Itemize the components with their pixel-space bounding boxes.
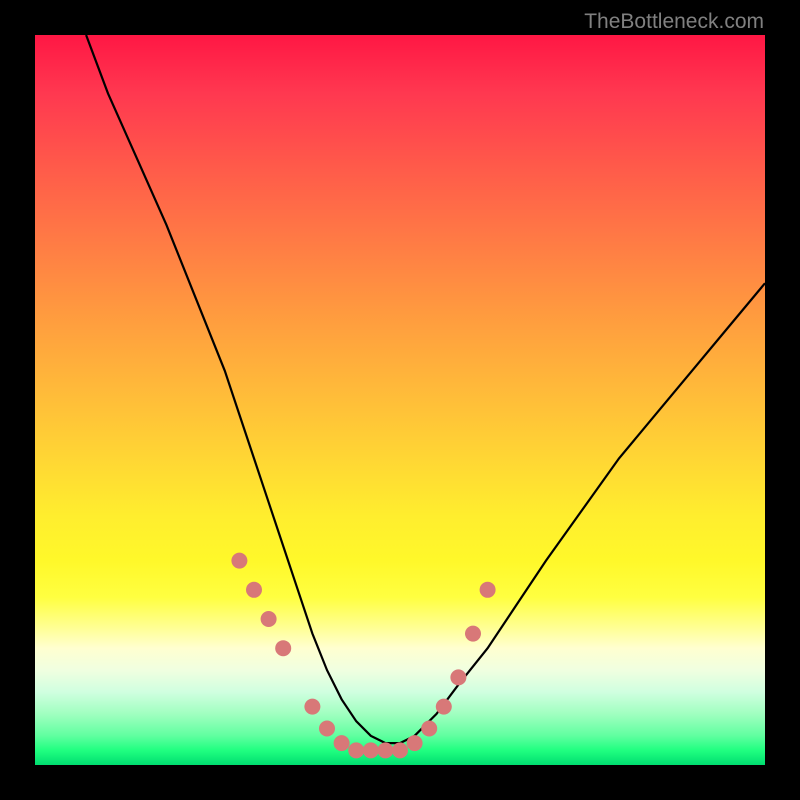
marker-dot (450, 669, 466, 685)
marker-dot (392, 742, 408, 758)
marker-dot (261, 611, 277, 627)
chart-container: TheBottleneck.com (0, 0, 800, 800)
marker-dot (421, 721, 437, 737)
marker-dot (275, 640, 291, 656)
marker-dot (480, 582, 496, 598)
marker-dot (246, 582, 262, 598)
marker-dot (231, 553, 247, 569)
marker-dot (407, 735, 423, 751)
marker-dot (348, 742, 364, 758)
marker-dot (319, 721, 335, 737)
marker-dot (363, 742, 379, 758)
marker-dot (465, 626, 481, 642)
marker-dot (334, 735, 350, 751)
marker-dot (436, 699, 452, 715)
watermark-text: TheBottleneck.com (584, 10, 764, 34)
curve-svg (35, 35, 765, 765)
marker-dot (377, 742, 393, 758)
marker-dot (304, 699, 320, 715)
plot-area (35, 35, 765, 765)
curve-line (86, 35, 765, 743)
